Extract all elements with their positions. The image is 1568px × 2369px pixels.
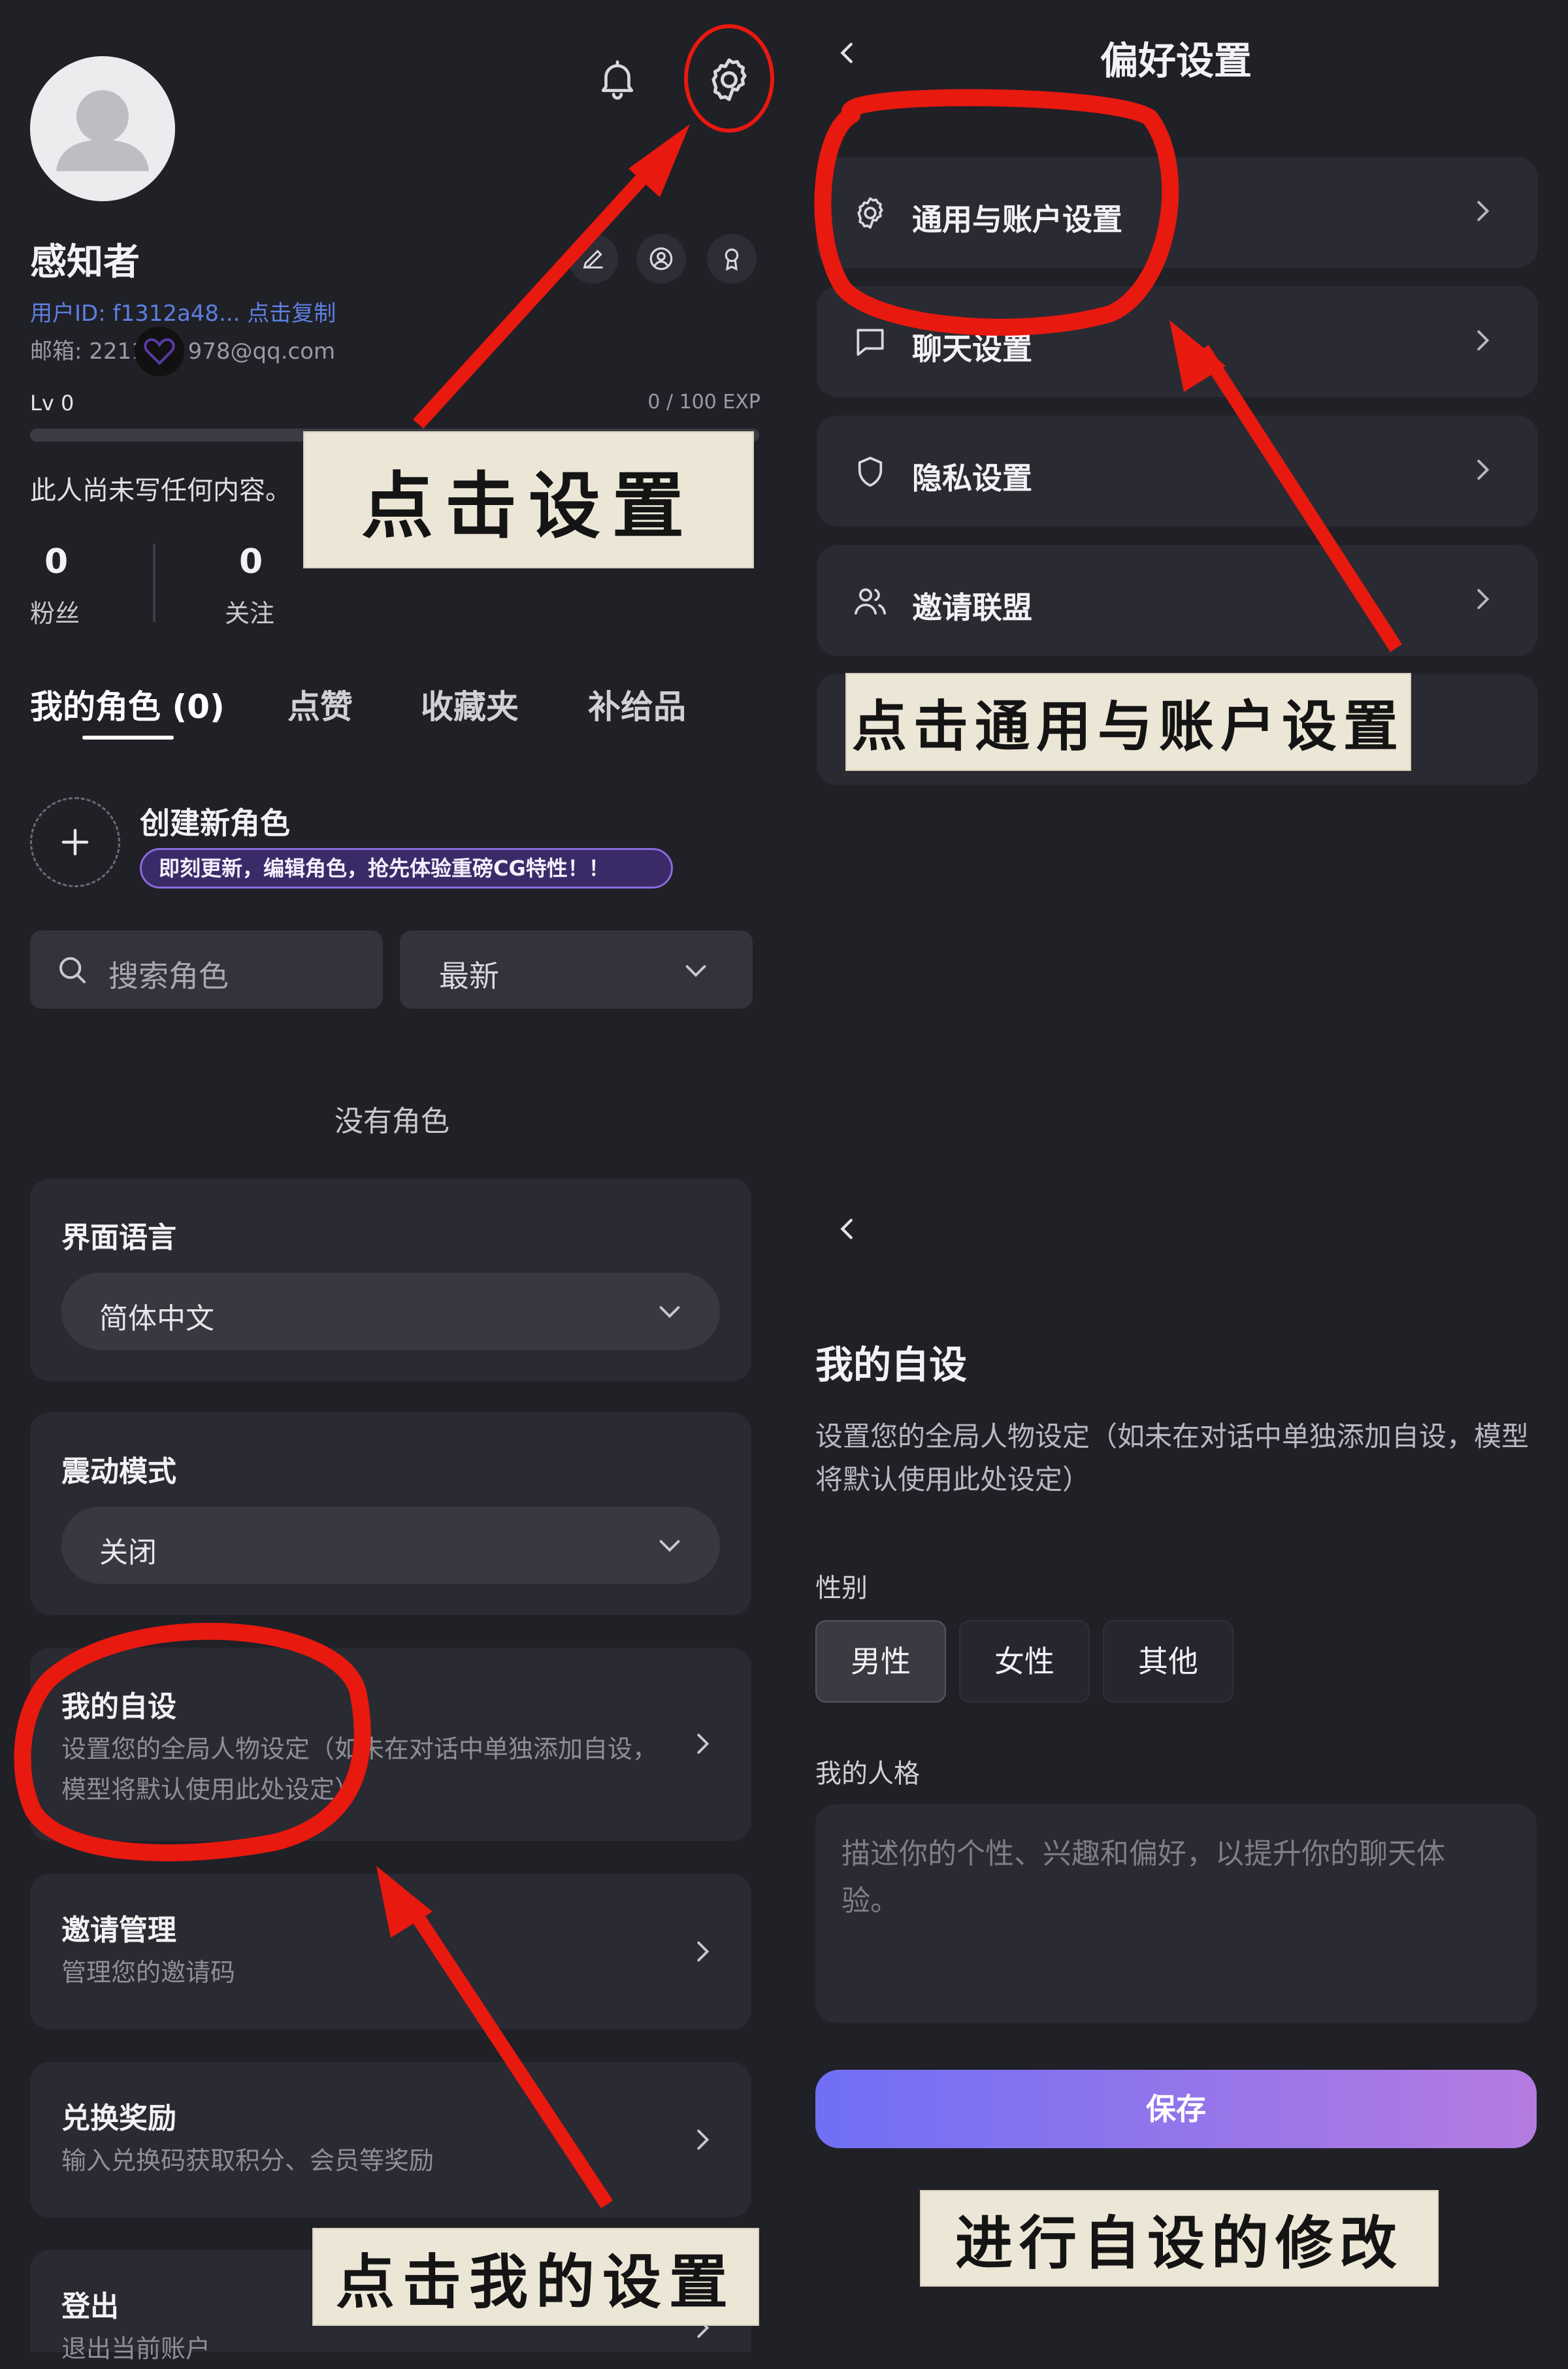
gender-label: 性别	[815, 1573, 868, 1603]
create-character-button[interactable]	[30, 797, 120, 887]
chat-icon	[857, 329, 884, 356]
gender-other-button[interactable]: 其他	[1103, 1620, 1233, 1703]
bell-icon[interactable]	[595, 56, 640, 102]
pref-invite-label: 邀请联盟	[912, 590, 1032, 625]
gender-male-button[interactable]: 男性	[815, 1620, 946, 1703]
chevron-right-icon	[1477, 330, 1490, 351]
language-value: 简体中文	[99, 1302, 214, 1335]
chevron-right-icon	[1477, 459, 1490, 480]
chevron-down-icon	[659, 1306, 680, 1318]
personality-label: 我的人格	[815, 1759, 920, 1789]
following-count[interactable]: 0	[239, 542, 263, 581]
pref-privacy-label: 隐私设置	[912, 461, 1032, 496]
search-icon	[59, 956, 86, 984]
gear-icon[interactable]	[704, 55, 754, 105]
chevron-right-icon	[697, 1941, 710, 1962]
update-banner[interactable]: 即刻更新，编辑角色，抢先体验重磅CG特性！！	[140, 848, 673, 889]
tab-my-characters[interactable]: 我的角色 (0)	[30, 681, 225, 728]
persona-card[interactable]: 我的自设 设置您的全局人物设定（如未在对话中单独添加自设，模型将默认使用此处设定…	[30, 1648, 751, 1841]
pref-chat-label: 聊天设置	[912, 331, 1032, 367]
avatar[interactable]	[30, 56, 175, 201]
shield-icon	[858, 457, 883, 487]
badge-icon[interactable]	[707, 234, 757, 284]
invite-card[interactable]: 邀请管理 管理您的邀请码	[30, 1874, 751, 2029]
gear-icon	[857, 197, 883, 229]
tab-indicator	[82, 736, 174, 740]
chevron-right-icon	[1477, 201, 1490, 221]
vibration-value: 关闭	[99, 1536, 157, 1569]
empty-state: 没有角色	[335, 1105, 449, 1138]
followers-count[interactable]: 0	[44, 542, 68, 581]
plus-icon	[61, 828, 89, 856]
followers-label: 粉丝	[30, 599, 80, 628]
create-character-title[interactable]: 创建新角色	[140, 800, 290, 843]
invite-title: 邀请管理	[61, 1914, 176, 1947]
logout-desc: 退出当前账户	[61, 2334, 211, 2363]
level-label: Lv 0	[30, 391, 74, 416]
tab-supplies[interactable]: 补给品	[588, 681, 686, 728]
vibration-card: 震动模式 关闭	[30, 1413, 751, 1615]
sort-select[interactable]: 最新	[400, 930, 753, 1009]
sort-value: 最新	[439, 958, 499, 994]
chevron-right-icon	[1477, 589, 1490, 610]
pref-chat[interactable]: 聊天设置	[817, 286, 1538, 397]
preferences-panel: 偏好设置 通用与账户设置 聊天设置 隐私设置 邀请联盟 我的自设 设置您的全局人…	[784, 0, 1568, 2352]
search-placeholder: 搜索角色	[108, 958, 229, 994]
note-edit-persona: 进行自设的修改	[920, 2190, 1439, 2287]
user-id-copy[interactable]: 用户ID: f1312a48... 点击复制	[30, 295, 336, 327]
note-click-persona: 点击我的设置	[312, 2228, 759, 2326]
redeem-title: 兑换奖励	[61, 2102, 176, 2135]
edit-icon[interactable]	[568, 234, 618, 284]
heart-sticker	[135, 327, 184, 376]
pref-invite-alliance[interactable]: 邀请联盟	[817, 545, 1538, 656]
persona-page-title: 我的自设	[815, 1343, 968, 1387]
chevron-down-icon	[659, 1540, 680, 1552]
bio-text: 此人尚未写任何内容。	[30, 476, 291, 506]
preferences-title: 偏好设置	[1100, 39, 1252, 83]
chevron-right-icon	[697, 1733, 710, 1754]
language-card: 界面语言 简体中文	[30, 1179, 751, 1381]
stats-divider	[153, 544, 155, 622]
tab-likes[interactable]: 点赞	[287, 681, 353, 728]
language-select[interactable]: 简体中文	[61, 1273, 720, 1350]
vibration-select[interactable]: 关闭	[61, 1507, 720, 1584]
user-circle-icon[interactable]	[636, 234, 686, 284]
chevron-down-icon	[685, 965, 706, 977]
search-input[interactable]: 搜索角色	[30, 930, 383, 1009]
logout-title: 登出	[61, 2290, 119, 2323]
redeem-desc: 输入兑换码获取积分、会员等奖励	[61, 2146, 434, 2175]
redeem-card[interactable]: 兑换奖励 输入兑换码获取积分、会员等奖励	[30, 2062, 751, 2217]
note-click-settings: 点击设置	[303, 431, 754, 568]
pref-general-label: 通用与账户设置	[912, 202, 1122, 237]
persona-page-desc: 设置您的全局人物设定（如未在对话中单独添加自设，模型将默认使用此处设定）	[815, 1420, 1529, 1495]
language-title: 界面语言	[61, 1221, 176, 1254]
invite-desc: 管理您的邀请码	[61, 1958, 236, 1987]
vibration-title: 震动模式	[61, 1455, 176, 1488]
following-label: 关注	[225, 599, 275, 628]
users-icon	[854, 588, 887, 615]
tab-favorites[interactable]: 收藏夹	[421, 681, 519, 728]
persona-title: 我的自设	[61, 1690, 176, 1724]
save-button[interactable]: 保存	[815, 2070, 1537, 2148]
personality-placeholder: 描述你的个性、兴趣和偏好，以提升你的聊天体验。	[841, 1837, 1445, 1918]
pref-privacy[interactable]: 隐私设置	[817, 416, 1538, 527]
user-name: 感知者	[30, 241, 140, 284]
note-click-general: 点击通用与账户设置	[845, 673, 1411, 771]
exp-label: 0 / 100 EXP	[647, 391, 760, 414]
personality-textarea[interactable]: 描述你的个性、兴趣和偏好，以提升你的聊天体验。	[815, 1805, 1537, 2023]
pref-general-account[interactable]: 通用与账户设置	[817, 157, 1538, 268]
chevron-right-icon	[697, 2129, 710, 2150]
persona-desc: 设置您的全局人物设定（如未在对话中单独添加自设，模型将默认使用此处设定）	[61, 1735, 658, 1804]
profile-panel: 感知者 用户ID: f1312a48... 点击复制 邮箱: 2211 978@…	[0, 0, 784, 2363]
back-icon[interactable]	[832, 1214, 862, 1244]
gender-female-button[interactable]: 女性	[959, 1620, 1090, 1703]
